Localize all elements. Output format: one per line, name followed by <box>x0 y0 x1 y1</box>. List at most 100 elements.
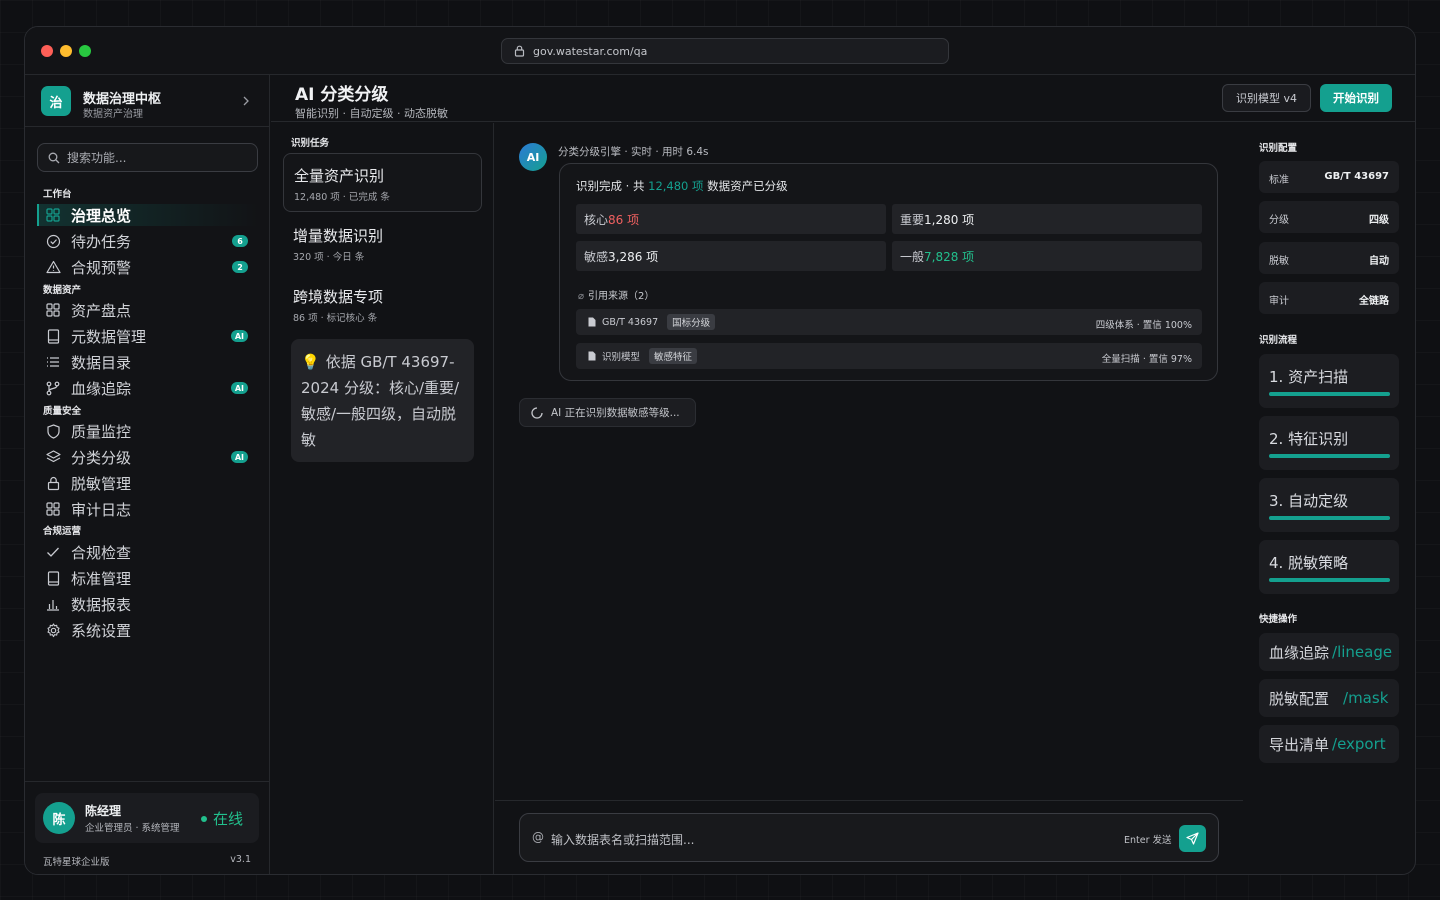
user-card[interactable]: 陈 陈经理 企业管理员 · 系统管理 在线 <box>35 793 259 843</box>
search-placeholder: 搜索功能... <box>67 151 127 165</box>
sidebar-item-label: 合规预警 <box>71 258 132 277</box>
avatar: 陈 <box>43 802 75 834</box>
stat-label: 重要 <box>900 212 925 227</box>
reference-confidence: 四级体系 · 置信 100% <box>1095 320 1192 331</box>
sidebar-item-quality[interactable]: 质量监控 <box>37 420 258 442</box>
ai-badge: AI <box>230 451 248 463</box>
sidebar-item-label: 资产盘点 <box>71 301 132 320</box>
reference-name: 识别模型 <box>602 352 641 363</box>
task-meta: 12,480 项 · 已完成 条 <box>294 192 390 203</box>
message-input[interactable]: @ 输入数据表名或扫描范围... Enter 发送 <box>519 813 1219 862</box>
action-mask-button[interactable]: 脱敏配置/mask <box>1259 679 1399 717</box>
title-bar: gov.watestar.com/qa <box>25 27 1415 75</box>
action-command: /lineage <box>1332 643 1393 661</box>
sidebar-item-metadata[interactable]: 元数据管理 AI <box>37 325 258 347</box>
sidebar-item-label: 脱敏管理 <box>71 474 132 493</box>
sidebar-item-label: 数据目录 <box>71 353 132 372</box>
ai-badge: AI <box>230 382 248 394</box>
brand-header[interactable]: 治 数据治理中枢 数据资产治理 <box>25 75 270 127</box>
search-input[interactable]: 搜索功能... <box>37 143 258 172</box>
sidebar-item-alerts[interactable]: 合规预警 2 <box>37 256 258 278</box>
at-icon[interactable]: @ <box>532 830 544 844</box>
document-icon <box>588 351 596 361</box>
sidebar-item-label: 待办任务 <box>71 232 132 251</box>
references-title: ⌀ 引用来源（2） <box>578 287 654 302</box>
sidebar-item-label: 分类分级 <box>71 448 132 467</box>
maximize-window-button[interactable] <box>79 45 91 57</box>
task-name: 跨境数据专项 <box>293 288 384 306</box>
config-audit[interactable]: 审计 全链路 <box>1259 282 1399 314</box>
user-role: 企业管理员 · 系统管理 <box>85 823 180 834</box>
document-icon <box>588 317 596 327</box>
app-window: gov.watestar.com/qa 治 数据治理中枢 数据资产治理 搜索功能… <box>24 26 1416 875</box>
config-value: 自动 <box>1369 256 1389 267</box>
sidebar-item-settings[interactable]: 系统设置 <box>37 619 258 641</box>
close-window-button[interactable] <box>41 45 53 57</box>
edition-label: 瓦特星球企业版 <box>43 857 110 868</box>
flow-step: 1. 资产扫描 <box>1259 354 1399 408</box>
reference-name: GB/T 43697 <box>602 316 659 328</box>
brand-subtitle: 数据资产治理 <box>83 109 143 120</box>
stat-value: 1,280 项 <box>924 212 975 227</box>
sidebar-item-reports[interactable]: 数据报表 <box>37 593 258 615</box>
action-export-button[interactable]: 导出清单/export <box>1259 725 1399 763</box>
sidebar-item-label: 元数据管理 <box>71 327 147 346</box>
sidebar-item-compliance[interactable]: 合规检查 <box>37 541 258 563</box>
sidebar-item-catalog[interactable]: 数据目录 <box>37 351 258 373</box>
summary-suffix: 数据资产已分级 <box>703 179 788 193</box>
sidebar: 治 数据治理中枢 数据资产治理 搜索功能... 工作台 治理总览 待办任务 6 … <box>25 75 270 874</box>
lock-icon <box>514 45 525 57</box>
config-level[interactable]: 分级 四级 <box>1259 201 1399 233</box>
sidebar-item-label: 质量监控 <box>71 422 132 441</box>
actions-title: 快捷操作 <box>1259 614 1298 625</box>
config-key: 脱敏 <box>1269 256 1289 267</box>
address-bar[interactable]: gov.watestar.com/qa <box>501 38 949 64</box>
reference-tag: 国标分级 <box>667 314 716 330</box>
step-progress-fill <box>1269 578 1390 582</box>
sidebar-item-todo[interactable]: 待办任务 6 <box>37 230 258 252</box>
task-item-full-scan[interactable]: 全量资产识别 12,480 项 · 已完成 条 <box>283 153 482 212</box>
tasks-title: 识别任务 <box>291 138 330 149</box>
enter-hint: Enter 发送 <box>1124 835 1172 846</box>
config-value: GB/T 43697 <box>1324 171 1389 182</box>
config-masking[interactable]: 脱敏 自动 <box>1259 242 1399 274</box>
status-dot-icon <box>201 815 207 822</box>
user-name: 陈经理 <box>85 804 122 818</box>
task-item-incremental[interactable]: 增量数据识别 320 项 · 今日 条 <box>283 217 482 267</box>
step-progress-fill <box>1269 392 1390 396</box>
stat-core: 核心 86 项 <box>576 204 886 234</box>
stat-label: 一般 <box>900 249 925 264</box>
config-standard[interactable]: 标准 GB/T 43697 <box>1259 161 1399 193</box>
config-key: 审计 <box>1269 296 1289 307</box>
reference-confidence: 全量扫描 · 置信 97% <box>1101 354 1192 365</box>
sidebar-item-label: 数据报表 <box>71 595 132 614</box>
config-value: 全链路 <box>1359 296 1389 307</box>
model-select-button[interactable]: 识别模型 v4 <box>1222 84 1311 112</box>
step-progress-track <box>1269 454 1390 458</box>
sidebar-item-classification[interactable]: 分类分级 AI <box>37 446 258 468</box>
tip-text: 依据 GB/T 43697-2024 分级：核心/重要/敏感/一般四级，自动脱敏 <box>301 353 460 449</box>
sidebar-item-inventory[interactable]: 资产盘点 <box>37 299 258 321</box>
task-name: 增量数据识别 <box>293 227 384 245</box>
sidebar-item-audit[interactable]: 审计日志 <box>37 498 258 520</box>
step-name: 3. 自动定级 <box>1269 492 1349 510</box>
action-label: 导出清单 <box>1269 735 1330 754</box>
sidebar-item-standards[interactable]: 标准管理 <box>37 567 258 589</box>
action-lineage-button[interactable]: 血缘追踪/lineage <box>1259 633 1399 671</box>
reference-item[interactable]: GB/T 43697 国标分级 四级体系 · 置信 100% <box>576 309 1202 335</box>
sidebar-item-lineage[interactable]: 血缘追踪 AI <box>37 377 258 399</box>
processing-status: AI 正在识别数据敏感等级... <box>519 398 696 427</box>
task-name: 全量资产识别 <box>294 167 385 185</box>
start-recognition-button[interactable]: 开始识别 <box>1320 84 1392 112</box>
sidebar-item-masking[interactable]: 脱敏管理 <box>37 472 258 494</box>
chat-panel: AI 分类分级引擎 · 实时 · 用时 6.4s 识别完成 · 共 12,480… <box>495 123 1243 874</box>
chevron-right-icon[interactable] <box>241 95 251 107</box>
reference-item[interactable]: 识别模型 敏感特征 全量扫描 · 置信 97% <box>576 343 1202 369</box>
lock-icon <box>45 475 61 491</box>
minimize-window-button[interactable] <box>60 45 72 57</box>
step-name: 1. 资产扫描 <box>1269 368 1349 386</box>
sidebar-item-overview[interactable]: 治理总览 <box>37 204 258 226</box>
page-header: AI 分类分级 智能识别 · 自动定级 · 动态脱敏 识别模型 v4 开始识别 <box>271 75 1415 122</box>
task-item-cross-border[interactable]: 跨境数据专项 86 项 · 标记核心 条 <box>283 278 482 328</box>
send-button[interactable] <box>1179 825 1206 852</box>
